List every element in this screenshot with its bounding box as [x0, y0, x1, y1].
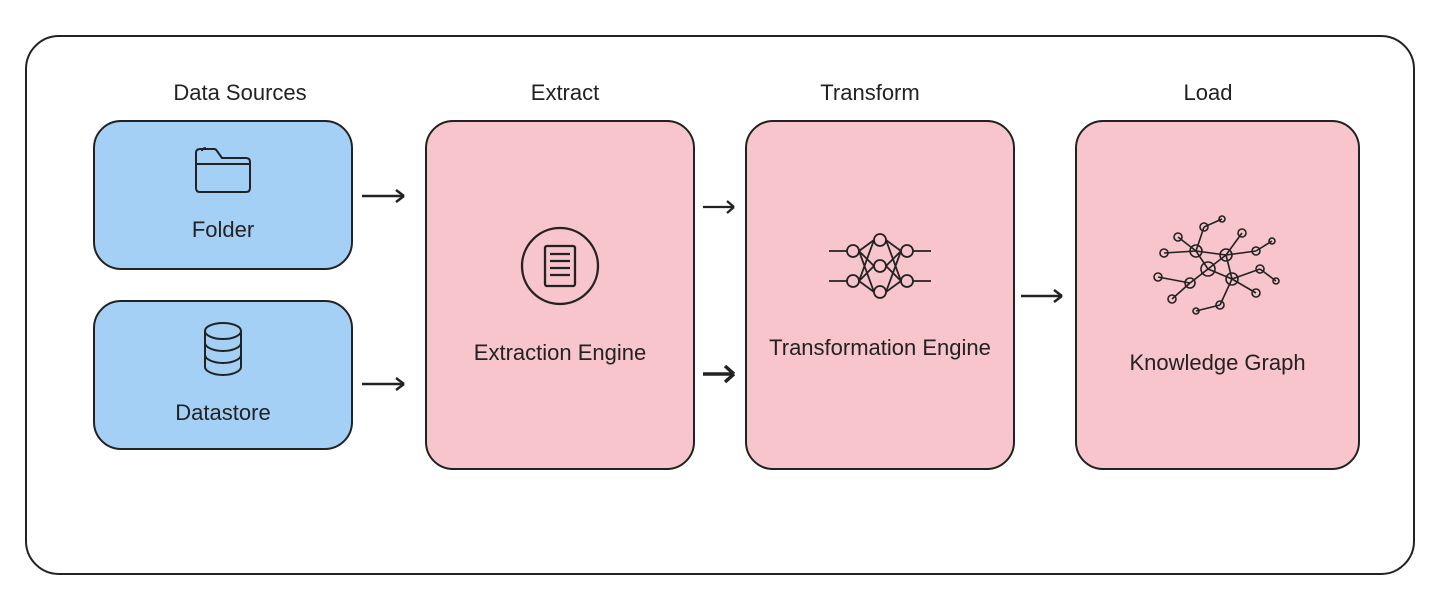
neural-net-icon — [825, 226, 935, 315]
graph-icon — [1148, 211, 1288, 330]
node-extraction-engine: Extraction Engine — [425, 120, 695, 470]
arrow-extraction-to-transformation-1 — [700, 195, 744, 219]
arrow-folder-to-extraction — [358, 182, 418, 210]
node-knowledge-graph-label: Knowledge Graph — [1129, 348, 1305, 379]
arrow-transformation-to-knowledge-graph — [1018, 282, 1074, 310]
node-datastore: Datastore — [93, 300, 353, 450]
folder-icon — [192, 144, 254, 203]
arrow-extraction-to-transformation-2 — [700, 360, 744, 388]
arrow-datastore-to-extraction — [358, 370, 418, 398]
node-folder: Folder — [93, 120, 353, 270]
node-knowledge-graph: Knowledge Graph — [1075, 120, 1360, 470]
node-transformation-engine-label: Transformation Engine — [769, 333, 991, 364]
section-label-load: Load — [1108, 80, 1308, 106]
node-datastore-label: Datastore — [175, 398, 270, 429]
section-label-data-sources: Data Sources — [140, 80, 340, 106]
node-extraction-engine-label: Extraction Engine — [474, 338, 646, 369]
node-transformation-engine: Transformation Engine — [745, 120, 1015, 470]
section-label-transform: Transform — [770, 80, 970, 106]
document-circle-icon — [515, 221, 605, 320]
database-icon — [199, 321, 247, 386]
node-folder-label: Folder — [192, 215, 254, 246]
section-label-extract: Extract — [465, 80, 665, 106]
